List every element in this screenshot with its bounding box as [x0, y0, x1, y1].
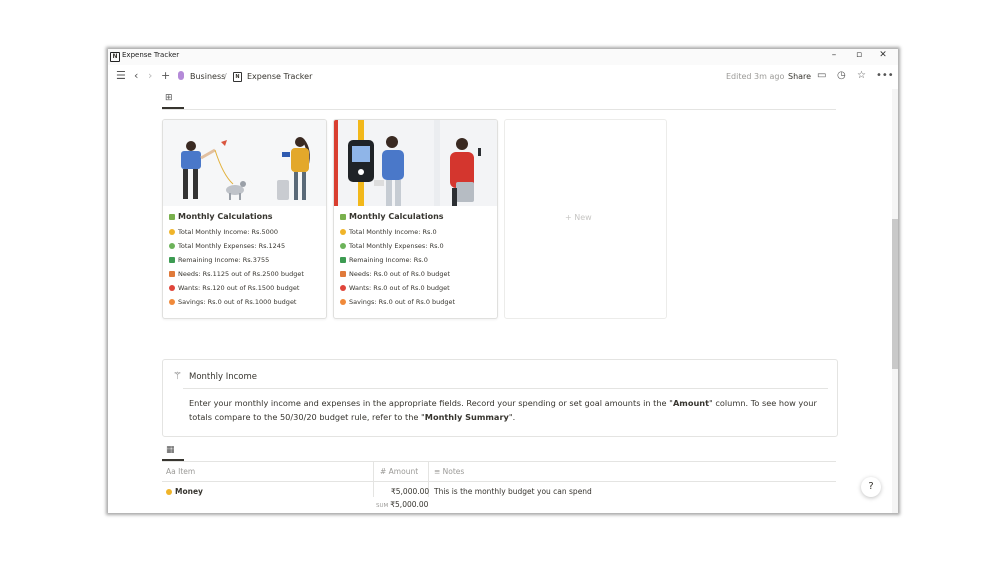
new-card-label: + New: [565, 213, 592, 222]
needs-icon: [169, 271, 175, 277]
column-divider: [373, 462, 374, 497]
minimize-button[interactable]: –: [827, 50, 841, 60]
breadcrumb-separator: /: [224, 72, 227, 81]
scrollbar-thumb[interactable]: [892, 219, 898, 369]
breadcrumb-page[interactable]: Expense Tracker: [247, 72, 312, 81]
magic-wand-icon: ⚚: [173, 371, 182, 382]
card-cover-illustration: [163, 120, 326, 206]
smile-icon: [340, 229, 346, 235]
page-icon: N: [233, 72, 242, 82]
dollar-icon: [340, 257, 346, 263]
table-view-icon[interactable]: ▦: [166, 445, 175, 455]
card-property-income: Total Monthly Income: Rs.5000: [169, 228, 278, 236]
comments-icon[interactable]: ▭: [817, 70, 826, 82]
history-icon[interactable]: ◷: [837, 70, 846, 82]
callout-title: Monthly Income: [189, 372, 258, 382]
money-wings-icon: [169, 243, 175, 249]
amount-sum: SUM ₹5,000.00: [376, 500, 429, 509]
edited-status: Edited 3m ago: [726, 72, 785, 81]
needs-icon: [340, 271, 346, 277]
dollar-icon: [169, 257, 175, 263]
heart-eyes-icon: [169, 285, 175, 291]
card-property-savings: Savings: Rs.0 out of Rs.0 budget: [340, 298, 455, 306]
table-row-notes[interactable]: This is the monthly budget you can spend: [434, 487, 592, 496]
row-divider: [162, 481, 836, 482]
top-bar: ☰ ‹ › + Business / N Expense Tracker Edi…: [108, 65, 898, 89]
more-icon[interactable]: •••: [876, 70, 894, 82]
money-icon: [169, 214, 175, 220]
card-property-remaining: Remaining Income: Rs.3755: [169, 256, 269, 264]
close-button[interactable]: ✕: [876, 50, 890, 60]
card-property-savings: Savings: Rs.0 out of Rs.1000 budget: [169, 298, 297, 306]
monthly-summary-emphasis: Monthly Summary: [424, 412, 509, 422]
workspace-icon: [178, 71, 184, 80]
card-property-expenses: Total Monthly Expenses: Rs.1245: [169, 242, 285, 250]
share-button[interactable]: Share: [788, 72, 811, 81]
card-property-wants: Wants: Rs.0 out of Rs.0 budget: [340, 284, 450, 292]
money-wings-icon: [340, 243, 346, 249]
money-face-icon: [166, 489, 172, 495]
heart-eyes-icon: [340, 285, 346, 291]
table-row-amount[interactable]: ₹5,000.00: [391, 487, 429, 496]
money-icon: [340, 214, 346, 220]
restore-button[interactable]: ▫: [852, 50, 866, 60]
app-window: N Expense Tracker – ▫ ✕ ☰ ‹ › + Business…: [108, 49, 898, 513]
monthly-income-callout: ⚚ Monthly Income Enter your monthly inco…: [162, 359, 838, 437]
card-property-wants: Wants: Rs.120 out of Rs.1500 budget: [169, 284, 299, 292]
breadcrumb-workspace[interactable]: Business: [190, 72, 225, 81]
gallery-card[interactable]: Monthly Calculations Total Monthly Incom…: [162, 119, 327, 319]
card-cover-illustration: [334, 120, 497, 206]
column-header-notes[interactable]: ≡ Notes: [434, 467, 464, 476]
add-icon[interactable]: +: [161, 70, 170, 82]
card-property-remaining: Remaining Income: Rs.0: [340, 256, 428, 264]
back-icon[interactable]: ‹: [134, 70, 138, 82]
column-header-amount[interactable]: # Amount: [380, 467, 418, 476]
new-card-button[interactable]: + New: [504, 119, 667, 319]
window-title: Expense Tracker: [122, 51, 180, 59]
notion-logo-icon: N: [110, 52, 120, 62]
gallery-view-icon[interactable]: ⊞: [165, 93, 173, 103]
column-header-item[interactable]: Aa Item: [166, 467, 195, 476]
callout-divider: [183, 388, 828, 389]
table-header-divider: [162, 461, 836, 462]
card-property-needs: Needs: Rs.0 out of Rs.0 budget: [340, 270, 450, 278]
favorite-icon[interactable]: ☆: [857, 70, 866, 82]
menu-icon[interactable]: ☰: [116, 70, 126, 82]
smile-icon: [169, 229, 175, 235]
amount-emphasis: Amount: [672, 398, 710, 408]
savings-icon: [340, 299, 346, 305]
savings-icon: [169, 299, 175, 305]
gallery-view-header: ⊞: [162, 93, 836, 110]
card-title: Monthly Calculations: [169, 212, 273, 221]
table-row-item[interactable]: Money: [166, 487, 203, 496]
card-title: Monthly Calculations: [340, 212, 444, 221]
gallery-card[interactable]: Monthly Calculations Total Monthly Incom…: [333, 119, 498, 319]
title-bar: N Expense Tracker – ▫ ✕: [108, 49, 898, 65]
card-property-needs: Needs: Rs.1125 out of Rs.2500 budget: [169, 270, 304, 278]
card-property-income: Total Monthly Income: Rs.0: [340, 228, 437, 236]
callout-body: Enter your monthly income and expenses i…: [189, 398, 817, 422]
forward-icon[interactable]: ›: [148, 70, 152, 82]
card-property-expenses: Total Monthly Expenses: Rs.0: [340, 242, 444, 250]
help-button[interactable]: ?: [861, 477, 881, 497]
gallery-view-tab[interactable]: [162, 107, 184, 109]
